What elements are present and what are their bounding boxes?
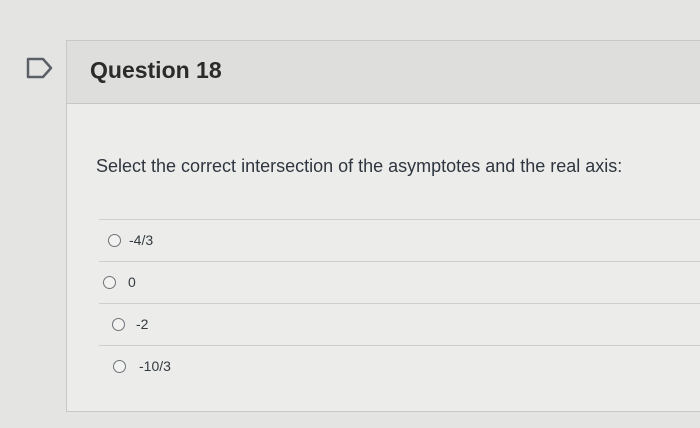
answer-label: 0 bbox=[128, 274, 136, 290]
question-prompt: Select the correct intersection of the a… bbox=[96, 156, 623, 176]
answer-label: -2 bbox=[136, 316, 149, 332]
answer-option[interactable]: -4/3 bbox=[99, 219, 700, 261]
radio-button[interactable] bbox=[113, 360, 126, 373]
flag-question-icon[interactable] bbox=[26, 57, 54, 79]
answer-list: -4/3 0 -2 -10/3 bbox=[99, 219, 700, 387]
answer-option[interactable]: -2 bbox=[99, 303, 700, 345]
question-header: Question 18 bbox=[67, 41, 700, 104]
answer-option[interactable]: 0 bbox=[99, 261, 700, 303]
answer-label: -4/3 bbox=[129, 232, 154, 248]
radio-button[interactable] bbox=[108, 234, 121, 247]
answer-option[interactable]: -10/3 bbox=[99, 345, 700, 387]
answer-label: -10/3 bbox=[139, 358, 171, 374]
radio-button[interactable] bbox=[103, 276, 116, 289]
question-title: Question 18 bbox=[90, 57, 222, 83]
question-card: Question 18 Select the correct intersect… bbox=[66, 40, 700, 412]
radio-button[interactable] bbox=[112, 318, 125, 331]
